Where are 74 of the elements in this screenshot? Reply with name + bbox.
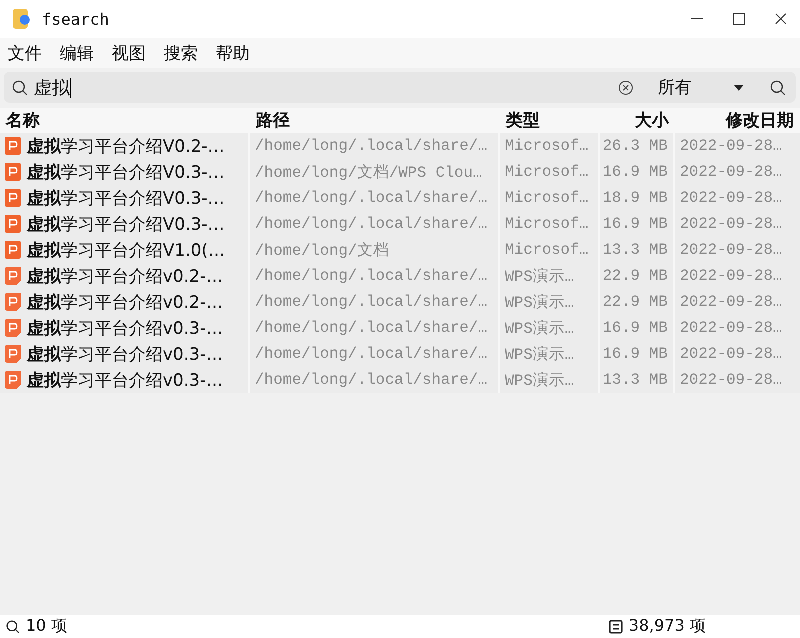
filter-dropdown[interactable]: 所有	[658, 76, 744, 99]
file-type: WPS演示…	[500, 367, 600, 393]
file-type: Microsof…	[500, 185, 600, 211]
column-header[interactable]: 路径	[250, 109, 500, 132]
modified-date: 2022-09-28…	[675, 237, 800, 263]
file-path: /home/long/.local/share/…	[250, 133, 500, 159]
modified-date: 2022-09-28…	[675, 289, 800, 315]
file-type: Microsof…	[500, 159, 600, 185]
file-type: WPS演示…	[500, 315, 600, 341]
presentation-file-icon	[5, 163, 21, 181]
modified-date: 2022-09-28…	[675, 159, 800, 185]
file-path: /home/long/.local/share/…	[250, 289, 500, 315]
file-path: /home/long/.local/share/…	[250, 367, 500, 393]
menu-item[interactable]: 视图	[112, 42, 146, 64]
presentation-file-icon	[5, 189, 21, 207]
clear-icon[interactable]	[618, 80, 634, 96]
search-field[interactable]: 虚拟 所有	[4, 72, 796, 103]
caret-icon	[734, 84, 744, 90]
file-size: 22.9 MB	[600, 289, 675, 315]
file-size: 18.9 MB	[600, 185, 675, 211]
file-size: 16.9 MB	[600, 159, 675, 185]
column-header[interactable]: 大小	[600, 109, 675, 132]
modified-date: 2022-09-28…	[675, 185, 800, 211]
column-header[interactable]: 名称	[0, 109, 250, 132]
file-size: 16.9 MB	[600, 211, 675, 237]
modified-date: 2022-09-28…	[675, 367, 800, 393]
menu-item[interactable]: 文件	[8, 42, 42, 64]
file-type: Microsof…	[500, 211, 600, 237]
modified-date: 2022-09-28…	[675, 211, 800, 237]
window-title: fsearch	[42, 10, 110, 28]
result-count: 10 项	[26, 616, 68, 637]
menu-item[interactable]: 搜索	[164, 42, 198, 64]
maximize-icon[interactable]	[732, 12, 746, 26]
file-size: 13.3 MB	[600, 237, 675, 263]
file-path: /home/long/.local/share/…	[250, 341, 500, 367]
modified-date: 2022-09-28…	[675, 263, 800, 289]
file-size: 22.9 MB	[600, 263, 675, 289]
file-size: 13.3 MB	[600, 367, 675, 393]
file-path: /home/long/文档/WPS Clou…	[250, 159, 500, 185]
file-type: Microsof…	[500, 133, 600, 159]
modified-date: 2022-09-28…	[675, 133, 800, 159]
presentation-file-icon	[5, 371, 21, 389]
presentation-file-icon	[5, 319, 21, 337]
search-icon	[12, 80, 28, 96]
presentation-file-icon	[5, 293, 21, 311]
column-header[interactable]: 类型	[500, 109, 600, 132]
file-path: /home/long/.local/share/…	[250, 211, 500, 237]
file-path: /home/long/.local/share/…	[250, 263, 500, 289]
presentation-file-icon	[5, 137, 21, 155]
menu-item[interactable]: 编辑	[60, 42, 94, 64]
file-type: WPS演示…	[500, 289, 600, 315]
database-icon	[608, 620, 623, 634]
file-size: 26.3 MB	[600, 133, 675, 159]
modified-date: 2022-09-28…	[675, 315, 800, 341]
presentation-file-icon	[5, 345, 21, 363]
presentation-file-icon	[5, 215, 21, 233]
file-path: /home/long/文档	[250, 237, 500, 263]
search-icon[interactable]	[770, 80, 786, 96]
file-path: /home/long/.local/share/…	[250, 185, 500, 211]
file-size: 16.9 MB	[600, 341, 675, 367]
presentation-file-icon	[5, 267, 21, 285]
file-type: WPS演示…	[500, 341, 600, 367]
file-type: WPS演示…	[500, 263, 600, 289]
app-icon	[12, 8, 32, 30]
file-size: 16.9 MB	[600, 315, 675, 341]
close-icon[interactable]	[774, 12, 788, 26]
search-icon	[6, 620, 20, 634]
column-header[interactable]: 修改日期	[675, 109, 800, 132]
presentation-file-icon	[5, 241, 21, 259]
file-type: Microsof…	[500, 237, 600, 263]
total-count: 38,973 项	[628, 616, 706, 637]
modified-date: 2022-09-28…	[675, 341, 800, 367]
file-path: /home/long/.local/share/…	[250, 315, 500, 341]
menu-item[interactable]: 帮助	[216, 42, 250, 64]
